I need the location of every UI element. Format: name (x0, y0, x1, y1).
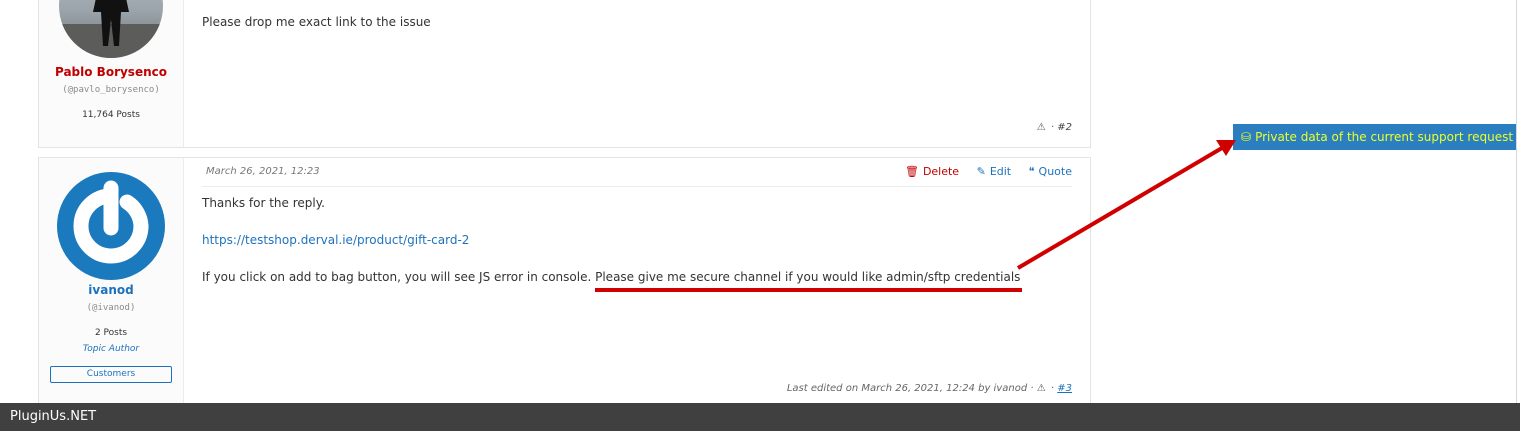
database-icon: ⛁ (1241, 130, 1252, 144)
post-number[interactable]: #2 (1057, 122, 1072, 133)
post-content: Please drop me exact link to the issue ⚠… (202, 0, 1072, 147)
quote-icon: ❝ (1028, 165, 1035, 178)
private-data-label: Private data of the current support requ… (1255, 130, 1514, 144)
delete-label: Delete (922, 165, 960, 178)
post-number[interactable]: #3 (1057, 383, 1072, 394)
post-author-panel: ivanod (@ivanod) 2 Posts Topic Author Cu… (39, 158, 184, 404)
warning-icon[interactable]: ⚠ (1037, 122, 1046, 133)
post-date: March 26, 2021, 12:23 (206, 166, 320, 177)
post-actions: 🗑 Delete ✎ Edit ❝ Quote (891, 165, 1072, 178)
author-role: Topic Author (82, 344, 140, 354)
edit-label: Edit (989, 165, 1012, 178)
panel-edge (1516, 0, 1517, 403)
user-group-badge[interactable]: Customers (50, 366, 172, 383)
person-silhouette-icon (59, 0, 163, 58)
post-header: March 26, 2021, 12:23 🗑 Delete ✎ Edit ❝ Quo… (202, 158, 1072, 187)
post: Pablo Borysenco (@pavlo_borysenco) 11,76… (38, 0, 1091, 148)
footer-separator: · (1050, 122, 1055, 133)
bottom-bar: PluginUs.NET (0, 403, 1520, 431)
author-name[interactable]: Pablo Borysenco (39, 65, 183, 79)
post-author-panel: Pablo Borysenco (@pavlo_borysenco) 11,76… (39, 0, 184, 147)
footer-separator: · (1050, 383, 1055, 394)
post-link[interactable]: https://testshop.derval.ie/product/gift-… (202, 233, 469, 247)
brand-label: PluginUs.NET (10, 409, 97, 424)
warning-icon[interactable]: ⚠ (1037, 383, 1046, 394)
post-text: If you click on add to bag button, you w… (202, 270, 1020, 284)
post-text: Please drop me exact link to the issue (202, 15, 431, 29)
last-edited-info: Last edited on March 26, 2021, 12:24 by … (786, 383, 1034, 394)
pencil-icon: ✎ (976, 165, 986, 178)
post-text: Thanks for the reply. (202, 196, 325, 210)
post: ivanod (@ivanod) 2 Posts Topic Author Cu… (38, 157, 1091, 404)
power-logo-icon (73, 180, 149, 264)
edit-button[interactable]: ✎ Edit (977, 165, 1012, 178)
red-underline-annotation (595, 288, 1022, 292)
author-post-count: 2 Posts (94, 328, 128, 338)
author-handle: (@pavlo_borysenco) (62, 85, 160, 95)
author-post-count: 11,764 Posts (82, 110, 140, 120)
trash-icon: 🗑 (904, 165, 919, 178)
author-handle: (@ivanod) (86, 303, 136, 313)
post-text-part: If you click on add to bag button, you w… (202, 270, 596, 284)
delete-button[interactable]: 🗑 Delete (905, 165, 959, 178)
quote-label: Quote (1038, 165, 1072, 178)
author-name[interactable]: ivanod (39, 283, 183, 297)
post-footer: ⚠ · #2 (1037, 122, 1072, 133)
private-data-button[interactable]: ⛁ Private data of the current support req… (1233, 124, 1516, 150)
avatar[interactable] (57, 172, 165, 280)
post-text-highlight: Please give me secure channel if you wou… (595, 270, 1021, 284)
quote-button[interactable]: ❝ Quote (1029, 165, 1072, 178)
avatar[interactable] (59, 0, 163, 58)
post-footer: Last edited on March 26, 2021, 12:24 by … (787, 383, 1072, 394)
post-content: March 26, 2021, 12:23 🗑 Delete ✎ Edit ❝ Quo… (202, 158, 1072, 404)
